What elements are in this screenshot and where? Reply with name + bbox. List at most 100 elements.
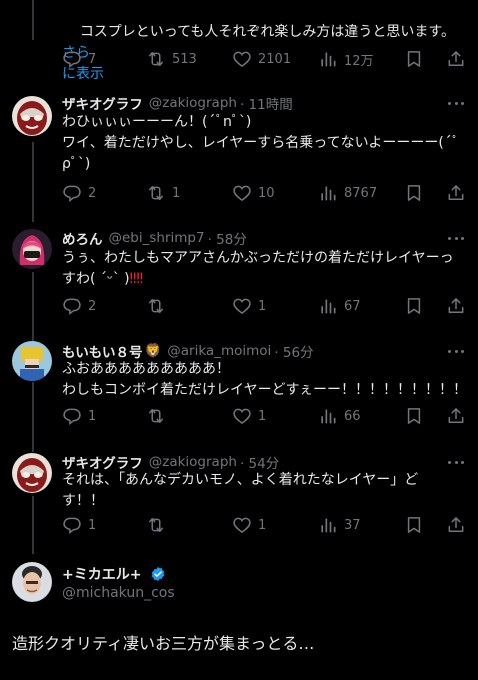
display-name[interactable]: めろん [62, 228, 103, 248]
reply-icon [62, 183, 82, 203]
more-options-icon[interactable] [448, 231, 464, 245]
avatar[interactable] [12, 453, 52, 493]
timestamp[interactable]: · 58分 [208, 228, 247, 248]
like-button[interactable]: 1 [232, 295, 266, 317]
tweet-header: めろん @ebi_shrimp7 · 58分 [62, 227, 247, 249]
like-button[interactable]: 10 [232, 182, 275, 204]
display-name[interactable]: +ミカエル+ [62, 567, 141, 583]
bookmark-button[interactable] [404, 182, 424, 204]
retweet-icon [146, 183, 166, 203]
views-button[interactable]: 8767 [318, 182, 377, 204]
reply-button[interactable]: 2 [62, 182, 96, 204]
bookmark-icon [404, 515, 424, 535]
views-button[interactable]: 12万 [318, 48, 374, 70]
share-icon [446, 515, 466, 535]
exclamation-emoji: ‼‼ [129, 271, 144, 287]
bookmark-button[interactable] [404, 405, 424, 427]
retweet-icon [146, 406, 166, 426]
heart-icon [232, 49, 252, 69]
tweet[interactable]: ザキオグラフ @zakiograph · 54分 それは、「あんなデカいモノ、よ… [0, 451, 478, 541]
avatar[interactable] [12, 229, 52, 269]
avatar[interactable] [12, 96, 52, 136]
share-button[interactable] [446, 405, 466, 427]
reply-icon [62, 49, 82, 69]
avatar[interactable] [12, 341, 52, 381]
tweet-text: それは、「あんなデカいモノ、よく着れたなレイヤー」ど す！！ [62, 472, 419, 509]
views-icon [318, 49, 338, 69]
tweet-actions: 7 513 2101 12万 [62, 48, 466, 70]
username[interactable]: @zakiograph [149, 454, 237, 470]
username[interactable]: @ebi_shrimp7 [109, 230, 205, 246]
retweet-button[interactable]: 513 [146, 48, 197, 70]
reply-button[interactable]: 1 [62, 514, 96, 536]
tweet-actions: 2 1 67 [62, 295, 466, 317]
tweet-text: ふおあああああああああ！ わしもコンボイ着ただけレイヤーどすぇーー！！！！！！！… [62, 361, 468, 398]
heart-icon [232, 296, 252, 316]
like-button[interactable]: 1 [232, 405, 266, 427]
tweet[interactable]: ザキオグラフ @zakiograph · 11時間 わひぃぃぃーーーん！(´ﾟn… [0, 92, 478, 202]
bookmark-button[interactable] [404, 514, 424, 536]
more-options-icon[interactable] [448, 455, 464, 469]
share-button[interactable] [446, 295, 466, 317]
retweet-button[interactable] [146, 295, 172, 317]
bookmark-button[interactable] [404, 48, 424, 70]
retweet-button[interactable] [146, 514, 172, 536]
display-name[interactable]: ザキオグラフ [62, 452, 143, 472]
tweet-text: わひぃぃぃーーーん！(´ﾟnﾟ`) ワイ、着ただけやし、レイヤーすら名乗ってない… [62, 114, 460, 172]
bookmark-icon [404, 49, 424, 69]
timestamp[interactable]: · 11時間 [240, 93, 293, 113]
bookmark-button[interactable] [404, 295, 424, 317]
tweet-text: うぅ、わたしもマアアさんかぶっただけの着ただけレイヤーっ すわ( ˊᵕˋ )‼‼ [62, 250, 454, 287]
bookmark-icon [404, 296, 424, 316]
display-name[interactable]: ザキオグラフ [62, 93, 143, 113]
retweet-button[interactable]: 1 [146, 182, 180, 204]
more-options-icon[interactable] [448, 96, 464, 110]
share-button[interactable] [446, 182, 466, 204]
reply-button[interactable]: 7 [62, 48, 96, 70]
main-tweet-text: 造形クオリティ凄いお三方が集まっとる… [12, 634, 315, 653]
views-button[interactable]: 67 [318, 295, 361, 317]
tweet[interactable]: もいもい８号 🦁 @arika_moimoi · 56分 ふおあああああああああ… [0, 340, 478, 430]
like-button[interactable]: 2101 [232, 48, 291, 70]
author-block: +ミカエル+ [62, 564, 166, 584]
heart-icon [232, 515, 252, 535]
views-icon [318, 183, 338, 203]
verified-badge-icon [151, 567, 164, 581]
share-button[interactable] [446, 514, 466, 536]
username[interactable]: @michakun_cos [62, 585, 175, 601]
lion-emoji: 🦁 [144, 343, 162, 359]
tweet[interactable]: めろん @ebi_shrimp7 · 58分 うぅ、わたしもマアアさんかぶっただ… [0, 227, 478, 322]
like-button[interactable]: 1 [232, 514, 266, 536]
main-tweet[interactable]: +ミカエル+ @michakun_cos [0, 560, 478, 680]
reply-icon [62, 515, 82, 535]
reply-button[interactable]: 1 [62, 405, 96, 427]
username[interactable]: @arika_moimoi [167, 343, 271, 359]
views-icon [318, 515, 338, 535]
tweet[interactable]: コスプレといっても人それぞれ楽しみ方は違うと思います。 さら に表示 7 513… [0, 0, 478, 82]
views-button[interactable]: 66 [318, 405, 361, 427]
share-icon [446, 406, 466, 426]
retweet-button[interactable] [146, 405, 172, 427]
tweet-actions: 2 1 10 8767 [62, 182, 466, 204]
display-name[interactable]: もいもい８号 [62, 341, 142, 361]
bookmark-icon [404, 183, 424, 203]
share-button[interactable] [446, 48, 466, 70]
timestamp[interactable]: · 54分 [240, 452, 279, 472]
heart-icon [232, 406, 252, 426]
reply-button[interactable]: 2 [62, 295, 96, 317]
timestamp[interactable]: · 56分 [274, 341, 313, 361]
tweet-header: ザキオグラフ @zakiograph · 11時間 [62, 92, 293, 114]
views-icon [318, 296, 338, 316]
more-options-icon[interactable] [448, 344, 464, 358]
username[interactable]: @zakiograph [149, 95, 237, 111]
retweet-icon [146, 49, 166, 69]
reply-icon [62, 296, 82, 316]
retweet-icon [146, 296, 166, 316]
views-icon [318, 406, 338, 426]
views-button[interactable]: 37 [318, 514, 361, 536]
share-icon [446, 296, 466, 316]
avatar[interactable] [12, 562, 52, 602]
bookmark-icon [404, 406, 424, 426]
retweet-icon [146, 515, 166, 535]
reply-icon [62, 406, 82, 426]
